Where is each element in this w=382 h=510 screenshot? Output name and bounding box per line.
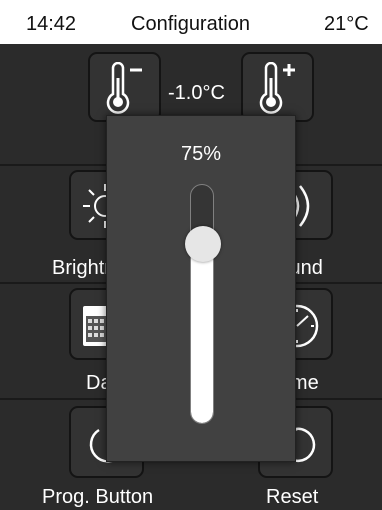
thermometer-minus-icon — [106, 62, 142, 114]
status-time: 14:42 — [26, 13, 77, 35]
status-bar: 14:42 Configuration 21°C — [0, 0, 382, 44]
screen-title: Configuration — [131, 13, 250, 35]
brightness-value: 75% — [180, 143, 222, 165]
brightness-slider-track[interactable] — [190, 184, 214, 424]
device-screen: 14:42 Configuration 21°C -1.0°C Brightne… — [0, 0, 382, 510]
setpoint-value: -1.0°C — [168, 82, 225, 104]
decrease-setpoint-button[interactable] — [88, 52, 161, 122]
status-temperature: 21°C — [324, 13, 369, 35]
increase-setpoint-button[interactable] — [241, 52, 314, 122]
brightness-popup: 75% — [106, 115, 296, 462]
thermometer-plus-icon — [259, 62, 295, 114]
reset-label: Reset — [266, 486, 319, 508]
prog-button-label: Prog. Button — [42, 486, 154, 508]
brightness-slider-thumb[interactable] — [185, 226, 221, 262]
brightness-slider-fill — [191, 243, 213, 423]
